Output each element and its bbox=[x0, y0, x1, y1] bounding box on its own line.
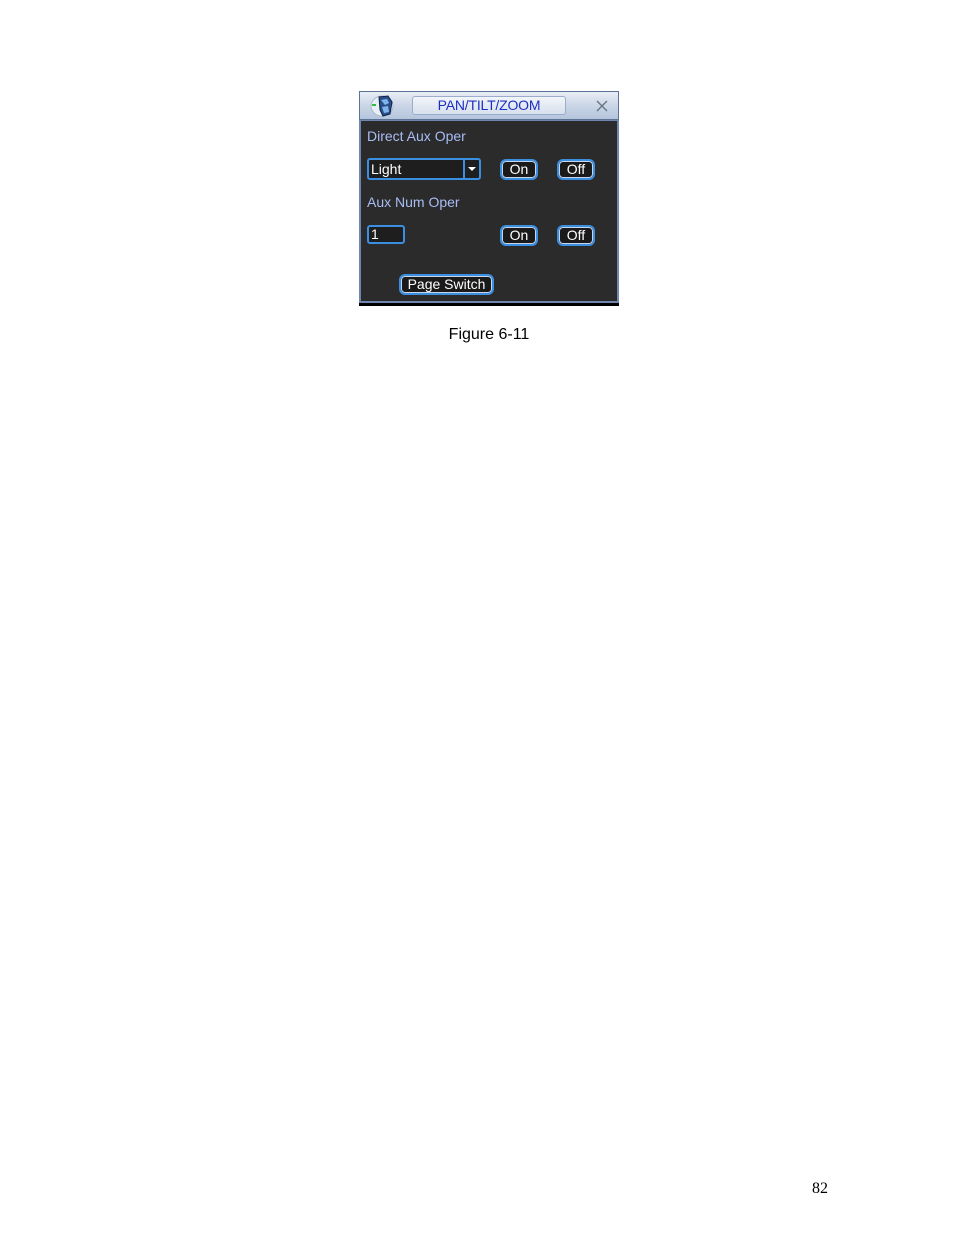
aux-num-off-button[interactable]: Off bbox=[557, 225, 595, 246]
aux-number-input[interactable]: 1 bbox=[367, 225, 405, 244]
ptz-dialog: PAN/TILT/ZOOM Direct Aux Oper Light On O… bbox=[359, 91, 619, 306]
aux-function-select[interactable]: Light bbox=[367, 158, 481, 180]
aux-function-select-value: Light bbox=[371, 161, 402, 177]
figure-caption: Figure 6-11 bbox=[448, 326, 530, 343]
dialog-body: Direct Aux Oper Light On Off Aux Num Ope… bbox=[359, 120, 619, 303]
ptz-camera-icon bbox=[368, 94, 396, 118]
direct-aux-on-button[interactable]: On bbox=[500, 159, 538, 180]
direct-aux-off-button[interactable]: Off bbox=[557, 159, 595, 180]
aux-num-on-button[interactable]: On bbox=[500, 225, 538, 246]
close-icon[interactable] bbox=[594, 98, 610, 114]
direct-aux-oper-label: Direct Aux Oper bbox=[367, 128, 466, 144]
dialog-title: PAN/TILT/ZOOM bbox=[412, 96, 566, 115]
dialog-titlebar: PAN/TILT/ZOOM bbox=[359, 91, 619, 120]
aux-num-oper-label: Aux Num Oper bbox=[367, 194, 460, 210]
select-divider bbox=[463, 160, 465, 178]
chevron-down-icon[interactable] bbox=[468, 167, 476, 171]
page-number: 82 bbox=[812, 1180, 828, 1197]
page-switch-button[interactable]: Page Switch bbox=[399, 274, 494, 295]
